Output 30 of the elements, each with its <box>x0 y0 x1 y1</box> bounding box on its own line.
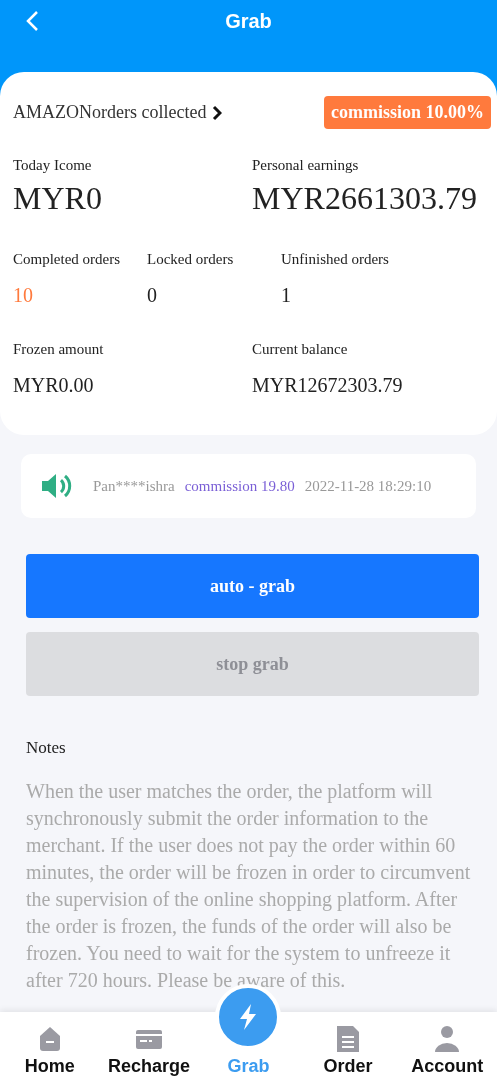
back-icon[interactable] <box>24 10 40 32</box>
stat-value: MYR2661303.79 <box>252 180 478 217</box>
stat-label: Frozen amount <box>13 341 105 358</box>
tab-item[interactable]: Recharge <box>99 1012 199 1078</box>
notes-title: Notes <box>26 738 67 758</box>
commission-badge: commission 10.00% <box>324 96 491 129</box>
stat-label: Today Icome <box>13 157 93 174</box>
stat-label: Unfinished orders <box>281 251 390 268</box>
stat-label: Completed orders <box>13 251 122 268</box>
stat-value: MYR0 <box>13 180 103 217</box>
timestamp: 2022-11-28 18:29:10 <box>304 477 432 495</box>
stat-value: 1 <box>281 284 292 307</box>
card-title[interactable]: AMAZONorders collected <box>13 102 207 123</box>
tab-item[interactable]: Home <box>0 1012 100 1078</box>
person-icon <box>433 1024 462 1054</box>
chevron-icon[interactable] <box>212 104 223 121</box>
tab-item[interactable]: Account <box>397 1012 497 1078</box>
commission-text: commission 19.80 <box>184 477 295 495</box>
stat-value: MYR12672303.79 <box>252 374 404 397</box>
speaker-icon <box>41 472 73 500</box>
auto-grab-button[interactable]: auto - grab <box>26 554 479 618</box>
stat-label: Personal earnings <box>252 157 360 174</box>
stat-value: 0 <box>147 284 158 307</box>
stat-value: 10 <box>13 284 34 307</box>
stat-label: Current balance <box>252 341 349 358</box>
stat-label: Locked orders <box>147 251 235 268</box>
page-title: Grab <box>225 9 272 33</box>
user-name: Pan****ishra <box>93 477 175 495</box>
stat-value: MYR0.00 <box>13 374 95 397</box>
tab-item[interactable]: Order <box>298 1012 398 1078</box>
